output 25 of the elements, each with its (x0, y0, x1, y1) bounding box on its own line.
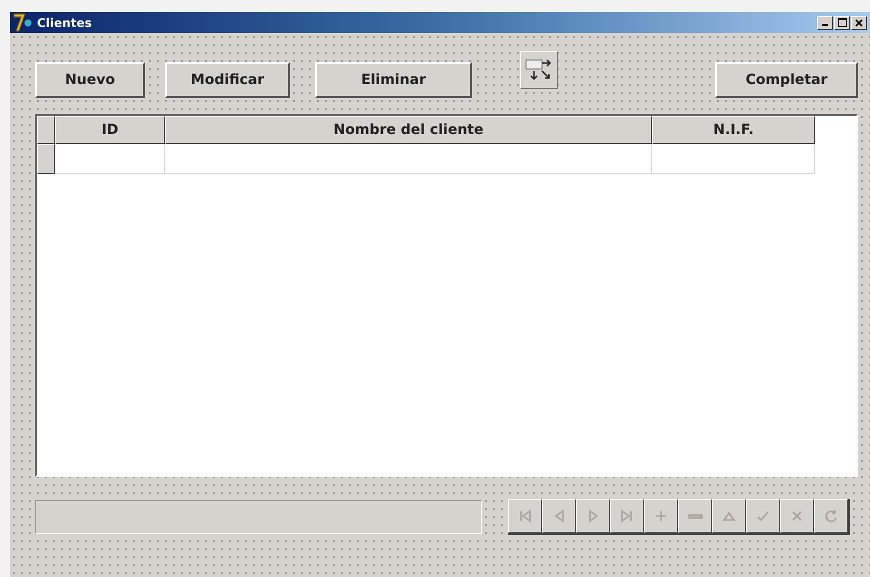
table-cell[interactable] (652, 144, 815, 174)
tab-order-icon[interactable] (520, 51, 558, 89)
toolbar-button[interactable]: Eliminar (315, 62, 472, 98)
row-indicator[interactable] (37, 144, 55, 174)
close-button[interactable] (851, 16, 867, 30)
toolbar-button[interactable]: Completar (715, 62, 858, 98)
column-header[interactable]: N.I.F. (652, 116, 815, 144)
minimize-icon (822, 24, 828, 26)
delete-icon (688, 514, 702, 518)
refresh-icon (823, 508, 839, 524)
first-icon (517, 508, 533, 524)
table-cell[interactable] (165, 144, 652, 174)
toolbar-button[interactable]: Nuevo (35, 62, 145, 98)
table-cell[interactable] (55, 144, 165, 174)
minimize-button[interactable] (817, 16, 833, 30)
close-icon (855, 18, 863, 26)
window-title: Clientes (37, 16, 92, 30)
insert-icon (653, 508, 669, 524)
last-icon (619, 508, 635, 524)
column-header[interactable]: Nombre del cliente (165, 116, 652, 144)
maximize-icon (838, 18, 846, 27)
toolbar-button[interactable]: Modificar (165, 62, 290, 98)
column-header[interactable]: ID (55, 116, 165, 144)
maximize-button[interactable] (834, 16, 850, 30)
app-logo-icon (13, 13, 33, 32)
